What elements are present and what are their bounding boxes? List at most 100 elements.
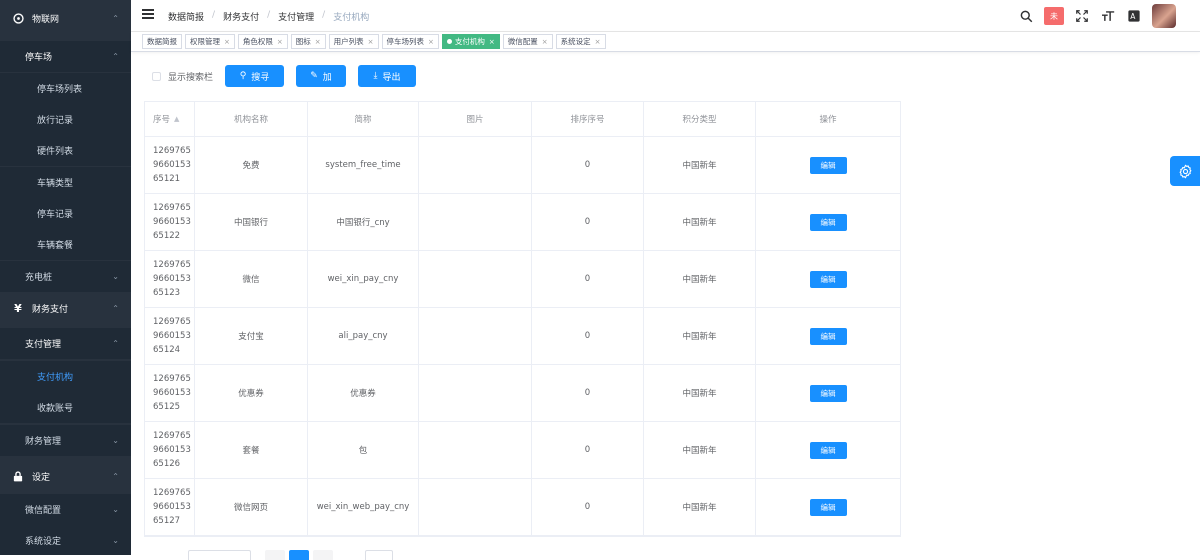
column-header[interactable]: 序号 ▲︎ <box>145 102 195 136</box>
table-cell-id: 1269765 9660153 65123 <box>145 251 195 307</box>
page-jump-input[interactable] <box>365 550 393 560</box>
tag-item[interactable]: 用户列表 × <box>328 34 379 49</box>
table-row: 1269765 9660153 65127 微信网页 wei_xin_web_pay… <box>145 479 901 536</box>
navbar: 数据简报 / 财务支付 / 支付管理 / 支付机构 未 A <box>131 0 1200 32</box>
table-cell-id: 1269765 9660153 65121 <box>145 137 195 193</box>
search-icon[interactable] <box>1018 8 1034 24</box>
sidebar-item[interactable]: 充电桩 ⌄ <box>0 261 131 292</box>
sidebar-item[interactable]: 停车场 ⌃ <box>0 41 131 72</box>
chevron-down-icon: ⌄ <box>112 272 119 281</box>
sidebar-item[interactable]: 硬件列表 <box>0 135 131 166</box>
sidebar-item[interactable]: 物联网 ⌃ <box>0 0 131 36</box>
close-icon[interactable]: × <box>428 38 434 46</box>
close-icon[interactable]: × <box>224 38 230 46</box>
column-header: 积分类型 <box>644 102 756 136</box>
show-search-checkbox[interactable] <box>152 71 161 81</box>
search-button-label: 搜寻 <box>251 72 270 83</box>
close-icon[interactable]: × <box>595 38 601 46</box>
sidebar-item[interactable]: 设定 ⌃ <box>0 460 131 492</box>
tag-item[interactable]: 支付机构 × <box>441 34 500 49</box>
table-cell-short: system_free_time <box>308 137 419 193</box>
settings-button[interactable] <box>1170 156 1200 186</box>
tag-item[interactable]: 权限管理 × <box>185 34 235 49</box>
sidebar-item[interactable]: 车辆套餐 <box>0 229 131 260</box>
tag-item[interactable]: 图标 × <box>290 34 326 49</box>
table-cell-name: 套餐 <box>195 422 308 478</box>
tag-item[interactable]: 停车场列表 × <box>381 34 439 49</box>
prev-page-button[interactable] <box>265 550 285 560</box>
close-icon[interactable]: × <box>315 38 321 46</box>
table-cell-name: 微信网页 <box>195 479 308 535</box>
sidebar-item-label: 设定 <box>32 472 51 483</box>
sidebar-item-label: 车辆套餐 <box>37 241 74 251</box>
add-button[interactable]: ✎ 加 <box>296 65 347 87</box>
sidebar-item[interactable]: 支付机构 <box>0 361 131 392</box>
tag-item[interactable]: 微信配置 × <box>502 34 553 49</box>
tag-item[interactable]: 系统设定 × <box>555 34 606 49</box>
sidebar-item-label: 物联网 <box>32 14 60 25</box>
chevron-up-icon: ⌃ <box>112 52 119 61</box>
sidebar-item[interactable]: 停车记录 <box>0 198 131 229</box>
table-cell-short: wei_xin_pay_cny <box>308 251 419 307</box>
table-cell-short: 优惠券 <box>308 365 419 421</box>
translate-icon[interactable]: A <box>1126 8 1142 24</box>
table-cell-id: 1269765 9660153 65125 <box>145 365 195 421</box>
table-cell-image <box>419 479 532 535</box>
breadcrumb-item[interactable]: 支付管理 <box>278 10 314 23</box>
close-icon[interactable]: × <box>277 38 283 46</box>
edit-button[interactable]: 编辑 <box>809 441 847 459</box>
font-size-icon[interactable] <box>1100 8 1116 24</box>
avatar[interactable] <box>1152 4 1176 28</box>
sidebar-item[interactable]: 系统设定 ⌄ <box>0 525 131 555</box>
breadcrumb-item[interactable]: 数据简报 <box>168 10 204 23</box>
sidebar-item[interactable]: 财务管理 ⌄ <box>0 425 131 456</box>
table-cell-name: 免费 <box>195 137 308 193</box>
sidebar-item[interactable]: 车辆类型 <box>0 167 131 198</box>
hamburger-icon[interactable] <box>142 9 154 21</box>
search-button[interactable]: ⚲ 搜寻 <box>225 65 285 87</box>
edit-button[interactable]: 编辑 <box>809 327 847 345</box>
table-cell-order: 0 <box>532 365 644 421</box>
sidebar-item[interactable]: ¥ 财务支付 ⌃ <box>0 292 131 325</box>
fullscreen-icon[interactable] <box>1074 8 1090 24</box>
notification-badge[interactable]: 未 <box>1044 7 1064 25</box>
close-icon[interactable]: × <box>489 38 495 46</box>
table-cell-action: 编辑 <box>756 251 901 307</box>
table-cell-image <box>419 365 532 421</box>
sidebar-item-label: 收款账号 <box>37 404 74 414</box>
next-page-button[interactable] <box>313 550 333 560</box>
table-row: 1269765 9660153 65124 支付宝 ali_pay_cny 0 中国新年… <box>145 308 901 365</box>
edit-button[interactable]: 编辑 <box>809 213 847 231</box>
table-cell-id: 1269765 9660153 65124 <box>145 308 195 364</box>
sidebar-item-label: 车辆类型 <box>37 179 74 189</box>
sidebar-item[interactable]: 停车场列表 <box>0 73 131 104</box>
chevron-up-icon: ⌃ <box>112 471 119 481</box>
edit-button[interactable]: 编辑 <box>809 270 847 288</box>
close-icon[interactable]: × <box>368 38 374 46</box>
chevron-down-icon: ⌄ <box>112 505 119 514</box>
sidebar-item[interactable]: 放行记录 <box>0 104 131 135</box>
sidebar-item[interactable]: 收款账号 <box>0 392 131 423</box>
edit-button[interactable]: 编辑 <box>809 156 847 174</box>
sidebar-item-label: 放行记录 <box>37 116 74 126</box>
table-cell-points: 中国新年 <box>644 137 756 193</box>
export-button[interactable]: ⤓ 导出 <box>358 65 417 87</box>
sidebar-item[interactable]: 支付管理 ⌃ <box>0 328 131 359</box>
table-cell-points: 中国新年 <box>644 422 756 478</box>
table-cell-image <box>419 422 532 478</box>
sidebar-item[interactable]: 微信配置 ⌄ <box>0 494 131 525</box>
table-cell-order: 0 <box>532 251 644 307</box>
sort-icon[interactable]: ▲︎ <box>174 115 179 123</box>
tag-item[interactable]: 角色权限 × <box>237 34 288 49</box>
edit-button[interactable]: 编辑 <box>809 384 847 402</box>
sidebar-item-label: 财务管理 <box>25 437 62 447</box>
breadcrumb-item[interactable]: 财务支付 <box>223 10 259 23</box>
edit-button[interactable]: 编辑 <box>809 498 847 516</box>
page-button-active[interactable] <box>289 550 309 560</box>
table-cell-name: 微信 <box>195 251 308 307</box>
tag-item[interactable]: 数据简报 <box>142 34 182 49</box>
close-icon[interactable]: × <box>542 38 548 46</box>
sidebar-item-label: 硬件列表 <box>37 147 74 157</box>
chevron-up-icon: ⌃ <box>112 13 119 23</box>
page-size-select[interactable] <box>188 550 251 560</box>
